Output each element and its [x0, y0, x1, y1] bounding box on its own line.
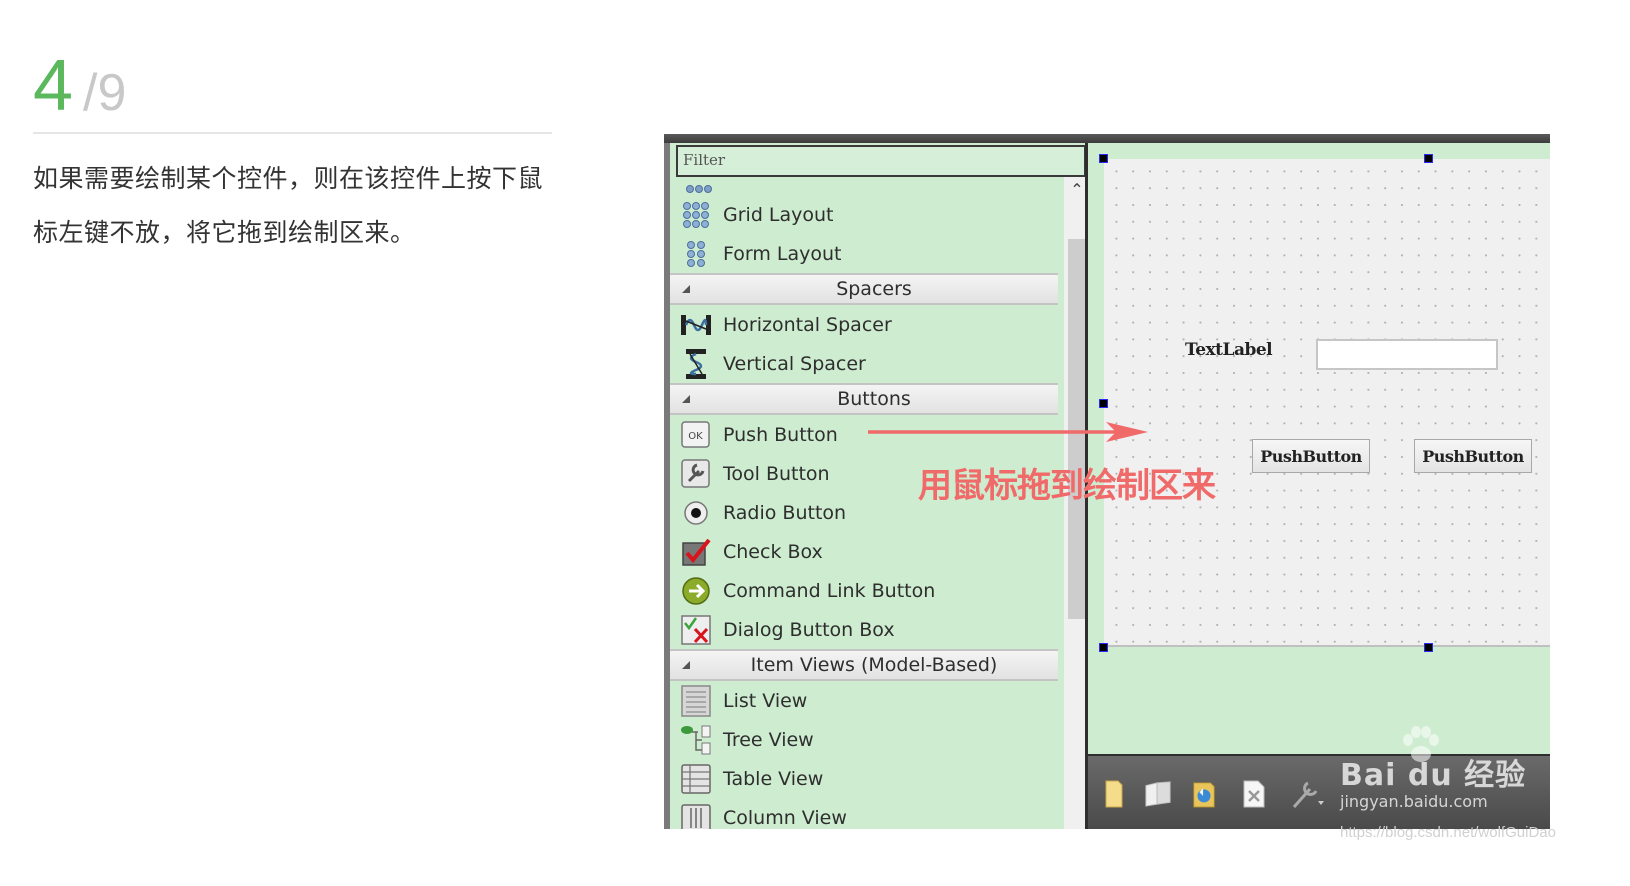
form-canvas[interactable]: TextLabel PushButton PushButton — [1104, 159, 1550, 647]
text-label-widget[interactable]: TextLabel — [1185, 340, 1273, 360]
list-item-column-view[interactable]: Column View — [670, 798, 1058, 829]
list-item-dialog-button-box[interactable]: Dialog Button Box — [670, 610, 1058, 649]
collapse-triangle-icon — [682, 661, 690, 669]
tree-view-icon — [680, 724, 712, 756]
step-counter: 4 /9 — [33, 50, 126, 130]
filter-input[interactable]: Filter — [676, 145, 1086, 177]
dialog-button-box-icon — [680, 614, 712, 646]
resize-handle-middle-left[interactable] — [1099, 399, 1108, 408]
step-current: 4 — [33, 46, 74, 126]
command-link-icon — [680, 575, 712, 607]
item-label: Grid Layout — [723, 203, 834, 226]
window-top-bar — [664, 134, 1550, 143]
source-credit: https://blog.csdn.net/wolfGuiDao — [1340, 824, 1556, 841]
design-area[interactable]: TextLabel PushButton PushButton — [1088, 143, 1550, 754]
layout-icon — [684, 177, 714, 195]
push-button-icon: OK — [680, 419, 712, 451]
resize-handle-bottom-center[interactable] — [1424, 643, 1433, 652]
wrench-icon[interactable] — [1288, 776, 1328, 812]
list-item-form-layout[interactable]: Form Layout — [670, 234, 1058, 273]
category-label: Buttons — [837, 388, 911, 410]
list-view-icon — [680, 684, 712, 717]
category-buttons[interactable]: Buttons — [670, 383, 1058, 415]
list-item-command-link-button[interactable]: Command Link Button — [670, 571, 1058, 610]
category-item-views[interactable]: Item Views (Model-Based) — [670, 649, 1058, 681]
item-label: Tool Button — [723, 462, 830, 485]
list-item-grid-layout[interactable]: Grid Layout — [670, 195, 1058, 234]
list-item-horizontal-spacer[interactable]: Horizontal Spacer — [670, 305, 1058, 344]
step-instruction: 如果需要绘制某个控件，则在该控件上按下鼠标左键不放，将它拖到绘制区来。 — [33, 164, 544, 247]
delete-file-icon[interactable] — [1240, 776, 1268, 812]
bottom-toolbar: Bai du 经验 jingyan.baidu.com — [1088, 726, 1550, 829]
list-item-list-view[interactable]: List View — [670, 681, 1058, 720]
push-button-widget-1[interactable]: PushButton — [1252, 439, 1370, 473]
item-label: Command Link Button — [723, 579, 936, 602]
category-spacers[interactable]: Spacers — [670, 273, 1058, 305]
scroll-up-icon[interactable]: ⌃ — [1068, 181, 1086, 199]
annotation-text: 用鼠标拖到绘制区来 — [918, 466, 1216, 506]
drag-arrow-icon — [868, 422, 1148, 442]
step-total: /9 — [83, 64, 127, 122]
divider — [33, 132, 552, 134]
item-label: Dialog Button Box — [723, 618, 895, 641]
item-label: Horizontal Spacer — [723, 313, 892, 336]
item-label: Table View — [723, 767, 824, 790]
watermark-url: jingyan.baidu.com — [1340, 792, 1488, 811]
form-layout-icon — [680, 238, 712, 270]
check-box-icon — [680, 536, 712, 568]
table-view-icon — [680, 763, 712, 795]
list-item-tree-view[interactable]: Tree View — [670, 720, 1058, 759]
list-item-vertical-spacer[interactable]: Vertical Spacer — [670, 344, 1058, 383]
collapse-triangle-icon — [682, 395, 690, 403]
refresh-icon[interactable] — [1190, 776, 1218, 812]
resize-handle-top-center[interactable] — [1424, 154, 1433, 163]
vertical-spacer-icon — [680, 348, 712, 380]
line-edit-widget[interactable] — [1316, 339, 1498, 370]
item-label: Form Layout — [723, 242, 842, 265]
grid-layout-icon — [680, 199, 712, 231]
category-label: Item Views (Model-Based) — [750, 654, 998, 676]
item-label: List View — [723, 689, 808, 712]
baidu-watermark: Bai du 经验 jingyan.baidu.com — [1340, 750, 1526, 811]
list-item-check-box[interactable]: Check Box — [670, 532, 1058, 571]
collapse-triangle-icon — [682, 285, 690, 293]
push-button-widget-2[interactable]: PushButton — [1414, 439, 1532, 473]
new-file-icon[interactable] — [1100, 776, 1128, 812]
resize-handle-bottom-left[interactable] — [1099, 643, 1108, 652]
item-label: Vertical Spacer — [723, 352, 866, 375]
svg-text:OK: OK — [688, 431, 703, 442]
category-label: Spacers — [836, 278, 912, 300]
resize-handle-top-left[interactable] — [1099, 154, 1108, 163]
tool-button-icon — [680, 458, 712, 490]
radio-button-icon — [680, 497, 712, 529]
horizontal-spacer-icon — [680, 309, 712, 341]
item-label: Check Box — [723, 540, 823, 563]
copy-icon[interactable] — [1144, 776, 1172, 812]
watermark-logo: Bai du 经验 — [1340, 758, 1527, 793]
column-view-icon — [680, 802, 712, 829]
item-label: Radio Button — [723, 501, 847, 524]
item-label: Tree View — [723, 728, 814, 751]
item-label: Column View — [723, 806, 847, 829]
list-item-table-view[interactable]: Table View — [670, 759, 1058, 798]
item-label: Push Button — [723, 423, 838, 446]
list-item-partial[interactable] — [670, 177, 1058, 195]
